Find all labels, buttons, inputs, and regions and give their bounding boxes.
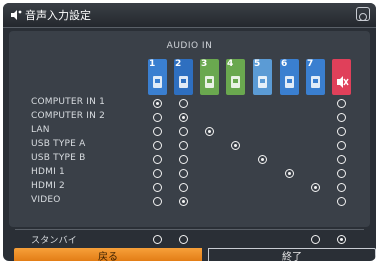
audio-in-column-1: 1: [148, 59, 167, 95]
audio-radio[interactable]: [179, 169, 188, 178]
standby-radio[interactable]: [311, 235, 320, 244]
audio-in-number: 4: [227, 59, 234, 69]
audio-input-settings-window: 音声入力設定 AUDIO IN 戻る 終了 1 2 3 4 5 6 7 COMPUTER IN…: [3, 3, 376, 261]
back-button-label: 戻る: [98, 252, 118, 261]
audio-in-number: 6: [281, 59, 288, 69]
audio-radio[interactable]: [337, 141, 346, 150]
audio-radio[interactable]: [179, 155, 188, 164]
usb-a-icon: [231, 76, 240, 88]
row-label: COMPUTER IN 2: [31, 111, 106, 121]
row-label: HDMI 1: [31, 167, 65, 177]
audio-radio[interactable]: [153, 99, 162, 108]
audio-radio[interactable]: [153, 141, 162, 150]
audio-radio[interactable]: [179, 127, 188, 136]
row-label: LAN: [31, 125, 50, 135]
audio-radio[interactable]: [337, 127, 346, 136]
audio-radio[interactable]: [179, 183, 188, 192]
mini-jack-icon: [153, 76, 162, 88]
usb-b-icon: [258, 76, 267, 88]
audio-radio[interactable]: [153, 169, 162, 178]
audio-radio[interactable]: [337, 197, 346, 206]
audio-radio[interactable]: [337, 169, 346, 178]
row-label: COMPUTER IN 1: [31, 97, 106, 107]
audio-radio[interactable]: [337, 183, 346, 192]
audio-radio[interactable]: [179, 197, 188, 206]
close-button[interactable]: [356, 7, 370, 21]
audio-in-header: AUDIO IN: [166, 41, 213, 51]
audio-radio[interactable]: [153, 113, 162, 122]
audio-radio[interactable]: [153, 127, 162, 136]
audio-in-column-6: 6: [280, 59, 299, 95]
title-bar: 音声入力設定: [3, 3, 376, 28]
hdmi-icon: [285, 76, 294, 88]
audio-radio[interactable]: [311, 183, 320, 192]
speaker-settings-icon: [11, 10, 22, 20]
audio-radio[interactable]: [231, 141, 240, 150]
close-icon: [359, 13, 367, 21]
back-button[interactable]: 戻る: [14, 248, 202, 261]
lan-icon: [205, 76, 214, 88]
row-label: VIDEO: [31, 195, 61, 205]
standby-radio[interactable]: [337, 235, 346, 244]
audio-in-number: 1: [149, 59, 156, 69]
audio-radio[interactable]: [337, 99, 346, 108]
audio-radio[interactable]: [337, 113, 346, 122]
hdmi-icon: [311, 76, 320, 88]
audio-radio[interactable]: [153, 183, 162, 192]
exit-button-label: 終了: [282, 252, 302, 261]
audio-radio[interactable]: [153, 155, 162, 164]
audio-in-number: 3: [201, 59, 208, 69]
audio-radio[interactable]: [179, 141, 188, 150]
audio-in-number: 2: [175, 59, 182, 69]
audio-radio[interactable]: [179, 99, 188, 108]
audio-in-column-7: 7: [306, 59, 325, 95]
audio-in-number: 5: [254, 59, 261, 69]
mute-icon: [337, 76, 349, 88]
audio-radio[interactable]: [337, 155, 346, 164]
audio-radio[interactable]: [179, 113, 188, 122]
audio-in-column-2: 2: [174, 59, 193, 95]
audio-in-column-4: 4: [226, 59, 245, 95]
audio-radio[interactable]: [205, 127, 214, 136]
rca-plug-icon: [179, 76, 188, 88]
standby-radio[interactable]: [179, 235, 188, 244]
standby-radio[interactable]: [153, 235, 162, 244]
audio-radio[interactable]: [153, 197, 162, 206]
audio-radio[interactable]: [285, 169, 294, 178]
audio-radio[interactable]: [258, 155, 267, 164]
audio-in-column-3: 3: [200, 59, 219, 95]
standby-label: スタンバイ: [31, 236, 78, 246]
window-title: 音声入力設定: [25, 9, 91, 22]
row-label: HDMI 2: [31, 181, 65, 191]
audio-in-number: 7: [307, 59, 314, 69]
row-label: USB TYPE B: [31, 153, 86, 163]
row-label: USB TYPE A: [31, 139, 86, 149]
audio-in-column-5: 5: [253, 59, 272, 95]
audio-in-column-8: [332, 59, 351, 95]
exit-button[interactable]: 終了: [208, 248, 376, 261]
standby-separator: [15, 229, 364, 230]
